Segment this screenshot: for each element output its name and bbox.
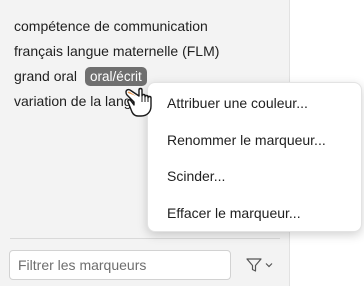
tag-label: grand oral (14, 68, 78, 84)
filter-button[interactable] (238, 250, 280, 280)
tag-item[interactable]: français langue maternelle (FLM) (14, 39, 219, 64)
divider (10, 238, 280, 239)
context-menu: Attribuer une couleur... Renommer le mar… (147, 82, 362, 232)
menu-item-delete-tag[interactable]: Effacer le marqueur... (148, 195, 361, 232)
chevron-down-icon (265, 263, 273, 268)
menu-item-split[interactable]: Scinder... (148, 158, 361, 195)
tag-label: français langue maternelle (FLM) (14, 43, 220, 59)
filter-funnel-icon (246, 258, 262, 272)
tag-label: compétence de communication (14, 18, 208, 34)
hand-pointer-icon (125, 87, 152, 117)
menu-item-assign-color[interactable]: Attribuer une couleur... (148, 85, 361, 122)
menu-item-rename-tag[interactable]: Renommer le marqueur... (148, 122, 361, 159)
filter-input[interactable] (9, 250, 231, 280)
tag-item[interactable]: compétence de communication (14, 14, 219, 39)
